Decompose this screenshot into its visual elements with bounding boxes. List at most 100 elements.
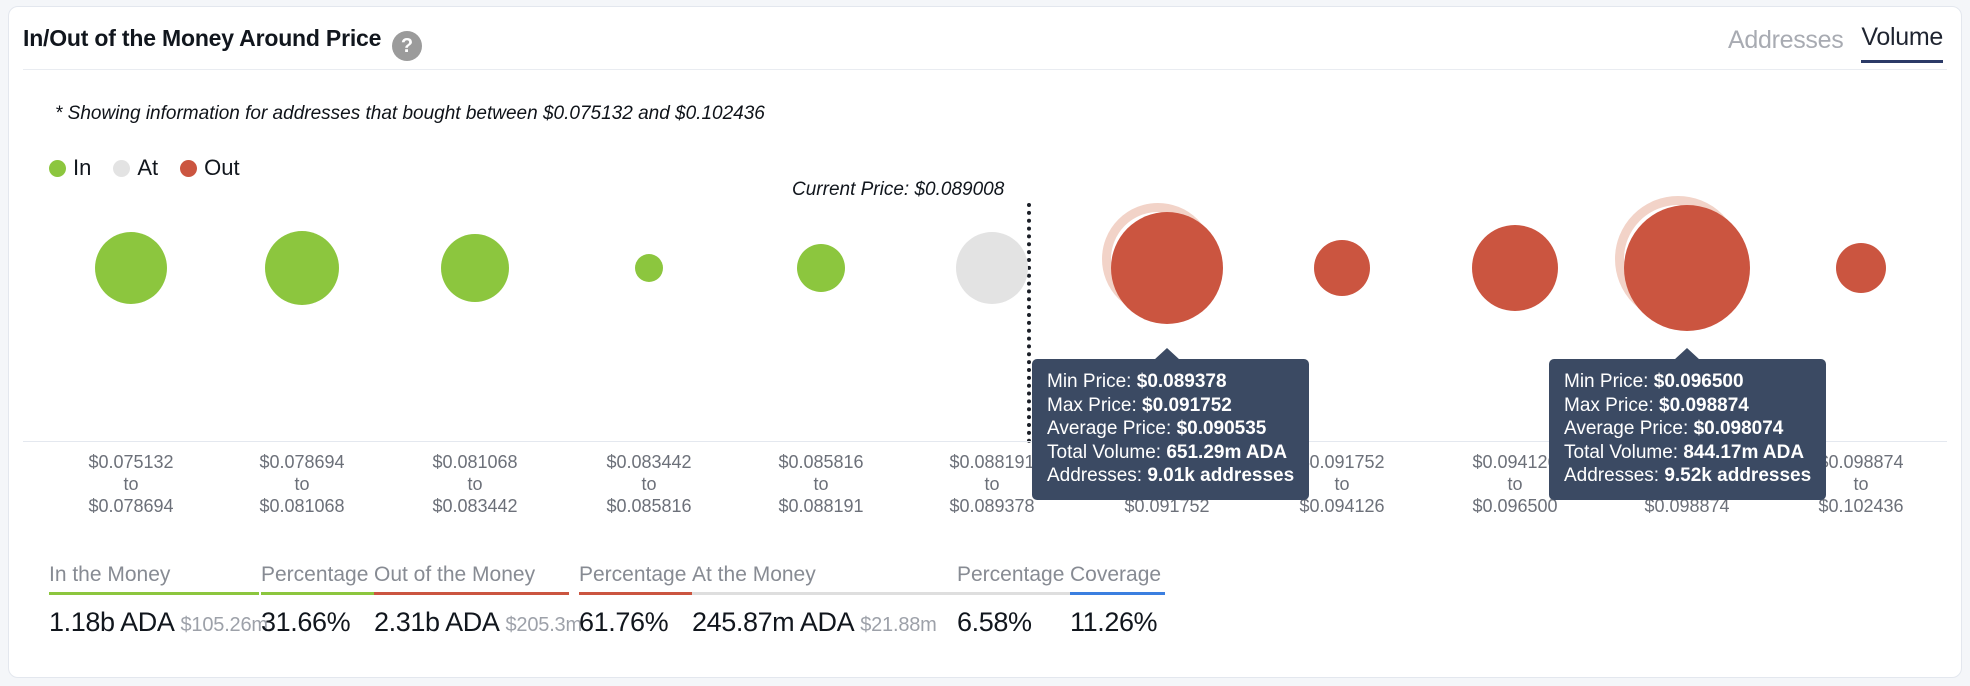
bubble-tooltip: Min Price: $0.089378 Max Price: $0.091752… (1032, 348, 1310, 500)
tooltip-row-value: 9.01k addresses (1147, 465, 1295, 486)
stat-value-row: 2.31b ADA $205.3m (374, 607, 582, 638)
tooltip-row-key: Average Price: (1047, 418, 1177, 439)
tooltip-row-value: 844.17m ADA (1683, 441, 1805, 463)
price-bucket-bubble[interactable] (797, 244, 845, 292)
stat-value-row: 245.87m ADA $21.88m (692, 607, 957, 638)
legend-dot-icon (180, 159, 198, 177)
stat-value: 61.76% (579, 607, 669, 637)
stat-out-of-the-money: Out of the Money 2.31b ADA $205.3m (374, 563, 582, 638)
price-bucket-bubble[interactable] (635, 254, 663, 282)
bucket-separator: to (467, 474, 483, 494)
tooltip-row-key: Min Price: (1564, 371, 1654, 392)
stat-label: Percentage (957, 563, 1070, 595)
tab-group: Addresses Volume (1728, 23, 1943, 63)
stat-value: 31.66% (261, 607, 351, 637)
price-bucket-bubble[interactable] (441, 234, 509, 302)
question-mark-icon[interactable]: ? (392, 31, 422, 61)
tooltip-arrow-icon (1154, 348, 1180, 360)
stat-label: Percentage (261, 563, 374, 595)
x-axis-label: $0.085816 to $0.088191 (726, 451, 916, 517)
tooltip-row-value: $0.098874 (1659, 394, 1749, 416)
bucket-to: $0.078694 (88, 496, 174, 516)
price-bucket-bubble[interactable] (956, 232, 1028, 304)
legend-label: In (73, 155, 92, 180)
stat-label: At the Money (692, 563, 957, 595)
tab-volume[interactable]: Volume (1861, 23, 1943, 63)
tooltip-row-value: $0.089378 (1136, 371, 1227, 392)
bucket-to: $0.088191 (778, 496, 864, 516)
tooltip-row: Addresses: 9.52k addresses (1564, 464, 1811, 488)
stat-label: Out of the Money (374, 563, 569, 595)
tooltip-row-value: 651.29m ADA (1166, 441, 1288, 463)
tooltip-row-key: Addresses: (1564, 465, 1665, 486)
bucket-from: $0.075132 (88, 452, 174, 472)
tooltip-row-key: Min Price: (1047, 371, 1137, 392)
price-bucket-bubble[interactable] (1111, 212, 1223, 324)
tooltip-row: Total Volume: 651.29m ADA (1047, 441, 1294, 465)
x-axis-label: $0.078694 to $0.081068 (207, 451, 397, 517)
price-bucket-bubble[interactable] (95, 232, 167, 304)
stat-value: 1.18b ADA (49, 607, 175, 637)
x-axis-label: $0.075132 to $0.078694 (36, 451, 226, 517)
stat-subvalue: $21.88m (860, 614, 937, 636)
stat-subvalue: $105.26m (180, 614, 269, 636)
card-header: In/Out of the Money Around Price ? Addre… (9, 7, 1961, 73)
stat-value-row: 11.26% (1070, 607, 1165, 638)
info-note: * Showing information for addresses that… (55, 103, 765, 124)
tooltip-row-key: Max Price: (1047, 394, 1143, 416)
stat-value: 6.58% (957, 607, 1032, 637)
bucket-from: $0.085816 (778, 452, 864, 472)
stat-value-row: 6.58% (957, 607, 1070, 638)
tooltip-row-key: Average Price: (1564, 418, 1694, 439)
bucket-separator: to (123, 474, 139, 494)
chart-legend: In At Out (49, 155, 254, 181)
stat-percentage: Percentage 6.58% (957, 563, 1070, 638)
price-bucket-bubble[interactable] (1314, 240, 1370, 296)
header-divider (23, 69, 1947, 70)
bucket-separator: to (813, 474, 829, 494)
tooltip-row: Average Price: $0.090535 (1047, 417, 1294, 441)
stat-value: 11.26% (1070, 607, 1158, 637)
tab-addresses[interactable]: Addresses (1728, 26, 1844, 63)
current-price-line (1027, 203, 1031, 443)
bucket-from: $0.083442 (606, 452, 692, 472)
stat-value-row: 1.18b ADA $105.26m (49, 607, 268, 638)
stat-subvalue: $205.3m (505, 614, 583, 636)
legend-item-out[interactable]: Out (180, 155, 240, 181)
tooltip-arrow-icon (1674, 348, 1700, 360)
tooltip-row: Total Volume: 844.17m ADA (1564, 441, 1811, 465)
legend-item-in[interactable]: In (49, 155, 91, 181)
stat-at-the-money: At the Money 245.87m ADA $21.88m (692, 563, 957, 638)
stat-coverage: Coverage 11.26% (1070, 563, 1165, 638)
tooltip-row: Addresses: 9.01k addresses (1047, 464, 1294, 488)
tooltip-row-value: $0.098074 (1693, 418, 1784, 439)
bubble-tooltip: Min Price: $0.096500 Max Price: $0.098874… (1549, 348, 1827, 500)
page-title: In/Out of the Money Around Price (23, 25, 382, 51)
legend-label: Out (204, 155, 240, 180)
tooltip-row-key: Addresses: (1047, 465, 1148, 486)
legend-dot-icon (49, 159, 66, 177)
tooltip-row-value: 9.52k addresses (1664, 465, 1812, 486)
tooltip-row-key: Total Volume: (1564, 441, 1684, 463)
stat-value: 245.87m ADA (692, 607, 855, 637)
bucket-to: $0.081068 (259, 496, 345, 516)
price-bucket-bubble[interactable] (265, 231, 339, 305)
stat-percentage: Percentage 31.66% (261, 563, 374, 638)
stat-in-the-money: In the Money 1.18b ADA $105.26m (49, 563, 268, 638)
tooltip-row: Min Price: $0.089378 (1047, 370, 1294, 394)
tooltip-row: Average Price: $0.098074 (1564, 417, 1811, 441)
price-bucket-bubble[interactable] (1472, 225, 1558, 311)
legend-item-at[interactable]: At (113, 155, 158, 181)
stat-label: Coverage (1070, 563, 1165, 595)
bucket-to: $0.083442 (432, 496, 518, 516)
stat-value-row: 61.76% (579, 607, 692, 638)
stat-label: In the Money (49, 563, 259, 595)
x-axis-label: $0.083442 to $0.085816 (554, 451, 744, 517)
tooltip-row-value: $0.091752 (1142, 394, 1232, 416)
legend-dot-icon (113, 159, 131, 177)
stat-percentage: Percentage 61.76% (579, 563, 692, 638)
price-bucket-bubble[interactable] (1836, 243, 1886, 293)
x-axis-label: $0.081068 to $0.083442 (380, 451, 570, 517)
tooltip-row-key: Max Price: (1564, 394, 1660, 416)
price-bucket-bubble[interactable] (1624, 205, 1750, 331)
